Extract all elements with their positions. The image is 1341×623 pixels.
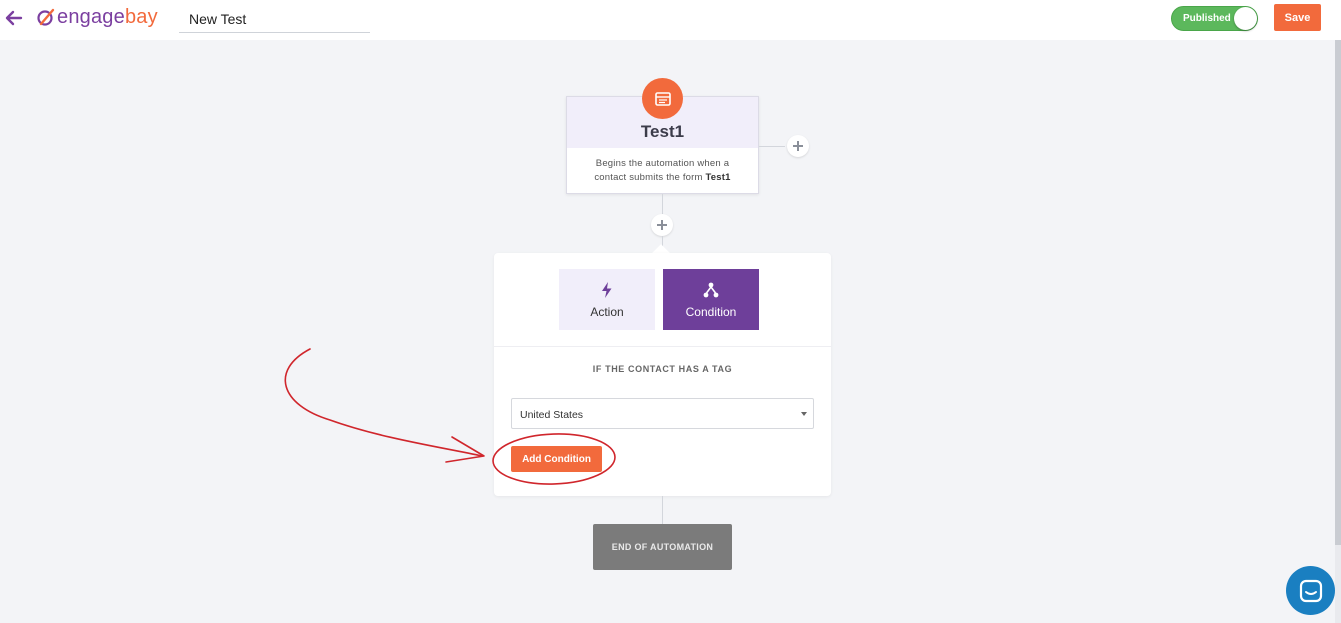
connector-line [662, 194, 663, 214]
divider [494, 346, 831, 347]
trigger-form-icon-badge [642, 78, 683, 119]
plus-icon [657, 220, 667, 230]
save-button[interactable]: Save [1274, 4, 1321, 31]
lightning-icon [602, 281, 612, 298]
automation-name-input[interactable] [179, 6, 370, 33]
tag-select-value: United States [520, 409, 584, 421]
plus-icon [793, 141, 803, 151]
published-toggle[interactable]: Published [1171, 6, 1258, 31]
caret-down-icon [801, 412, 807, 416]
chat-icon [1299, 579, 1322, 602]
add-branch-button[interactable] [787, 135, 809, 157]
toggle-knob [1234, 7, 1257, 30]
tab-condition[interactable]: Condition [663, 269, 759, 330]
trigger-form-name: Test1 [705, 172, 731, 183]
back-arrow-icon[interactable] [4, 8, 24, 28]
trigger-title: Test1 [640, 122, 685, 141]
trigger-description: Begins the automation when a contact sub… [567, 148, 758, 185]
step-panel: Action Condition IF THE CONTACT HAS A TA… [494, 253, 831, 496]
chat-widget-button[interactable] [1286, 566, 1335, 615]
annotation-arrow-curve [284, 348, 483, 457]
condition-heading: IF THE CONTACT HAS A TAG [592, 364, 733, 374]
logo-mark-icon [37, 8, 55, 26]
tag-select[interactable]: United States [511, 398, 814, 429]
tab-action-label: Action [590, 304, 624, 319]
add-step-button[interactable] [651, 214, 673, 236]
top-bar: engagebay Published Save [0, 0, 1341, 40]
annotation-arrow-head [445, 436, 485, 463]
branch-icon [703, 282, 719, 297]
tab-action[interactable]: Action [559, 269, 655, 330]
form-icon [654, 91, 671, 106]
logo-text: engagebay [57, 5, 158, 28]
toggle-label: Published [1183, 13, 1231, 24]
connector-line [662, 496, 663, 524]
tab-condition-label: Condition [685, 304, 737, 319]
connector-line [759, 146, 785, 147]
end-of-automation: END OF AUTOMATION [593, 524, 732, 570]
engagebay-logo[interactable]: engagebay [36, 5, 158, 29]
add-condition-button[interactable]: Add Condition [511, 446, 602, 472]
scrollbar-thumb[interactable] [1335, 40, 1341, 545]
